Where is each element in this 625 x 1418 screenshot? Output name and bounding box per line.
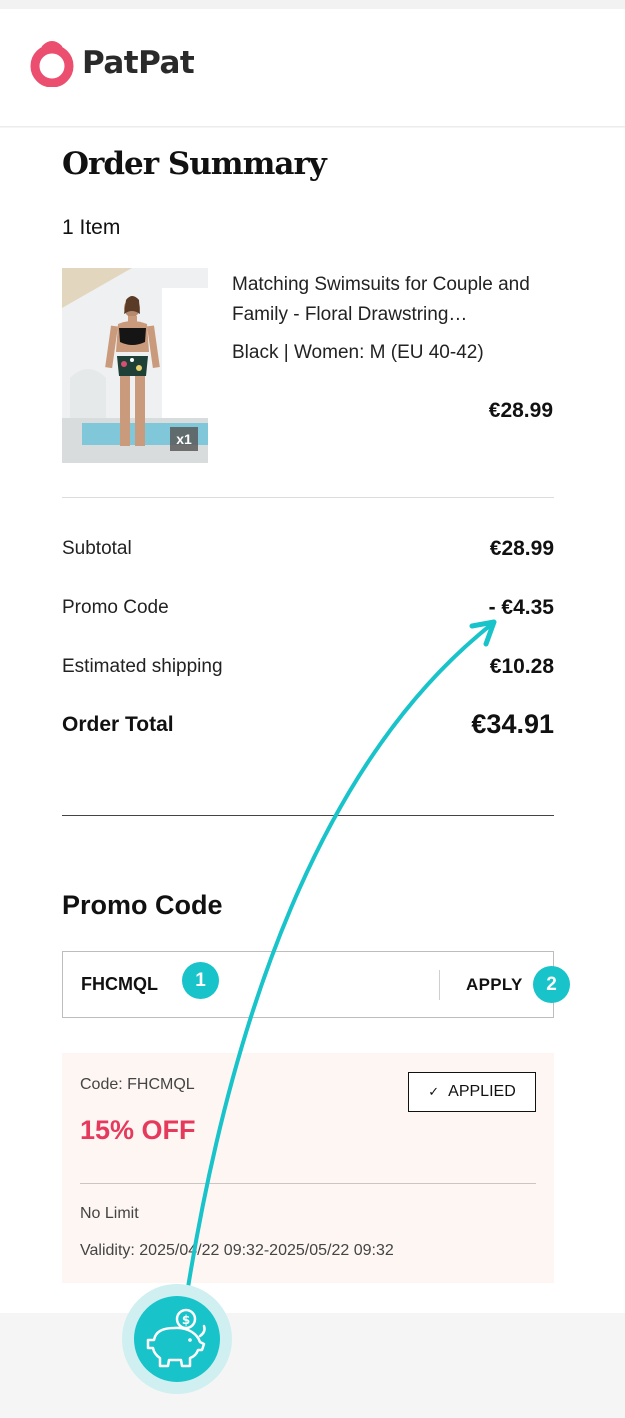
product-price: €28.99 xyxy=(488,399,553,422)
step-marker-2: 2 xyxy=(533,966,570,1003)
product-name[interactable]: Matching Swimsuits for Couple and Family… xyxy=(232,270,562,330)
order-total-label: Order Total xyxy=(62,712,174,736)
promo-row: Promo Code - €4.35 xyxy=(62,596,554,620)
brand-name: PatPat xyxy=(82,45,195,81)
coupon-validity: Validity: 2025/04/22 09:32-2025/05/22 09… xyxy=(80,1242,394,1259)
subtotal-value: €28.99 xyxy=(489,537,554,560)
check-icon: ✓ xyxy=(428,1084,440,1099)
subtotal-row: Subtotal €28.99 xyxy=(62,537,554,561)
piggy-bank-icon: $ xyxy=(146,1308,206,1368)
promo-code-box: APPLY xyxy=(62,951,554,1018)
input-separator xyxy=(439,970,440,1000)
order-total-value: €34.91 xyxy=(471,709,554,739)
promo-label: Promo Code xyxy=(62,597,169,618)
order-total-row: Order Total €34.91 xyxy=(62,709,554,740)
patpat-logo-icon xyxy=(30,41,74,87)
coupon-code: Code: FHCMQL xyxy=(80,1076,195,1093)
step-marker-1: 1 xyxy=(182,962,219,999)
section-divider xyxy=(62,815,554,816)
savings-badge: $ xyxy=(122,1284,232,1394)
coupon-card: Code: FHCMQL 15% OFF ✓ APPLIED No Limit … xyxy=(62,1053,554,1283)
quantity-badge: x1 xyxy=(170,427,198,451)
apply-button[interactable]: APPLY xyxy=(466,952,523,1017)
piggy-bank-background: $ xyxy=(134,1296,220,1382)
page-title: Order Summary xyxy=(62,146,327,182)
shipping-row: Estimated shipping €10.28 xyxy=(62,655,554,679)
coupon-discount: 15% OFF xyxy=(80,1115,196,1145)
coupon-divider xyxy=(80,1183,536,1184)
coupon-limit: No Limit xyxy=(80,1205,139,1222)
shipping-value: €10.28 xyxy=(489,655,554,678)
promo-discount-value: - €4.35 xyxy=(488,596,554,619)
divider xyxy=(62,497,554,498)
checkout-panel: Order Summary 1 Item x1 Matching Swimsui… xyxy=(0,128,625,1313)
site-header: PatPat xyxy=(0,9,625,127)
shipping-label: Estimated shipping xyxy=(62,656,223,677)
product-image[interactable]: x1 xyxy=(62,268,208,463)
applied-button[interactable]: ✓ APPLIED xyxy=(408,1072,536,1112)
svg-text:$: $ xyxy=(182,1313,190,1327)
promo-code-input[interactable] xyxy=(81,952,381,1017)
top-strip xyxy=(0,0,625,9)
product-variant: Black | Women: M (EU 40-42) xyxy=(232,342,484,363)
patpat-logo[interactable]: PatPat xyxy=(28,39,195,87)
item-count: 1 Item xyxy=(62,216,121,239)
promo-heading: Promo Code xyxy=(62,890,223,920)
applied-label: APPLIED xyxy=(448,1083,516,1100)
subtotal-label: Subtotal xyxy=(62,538,132,559)
